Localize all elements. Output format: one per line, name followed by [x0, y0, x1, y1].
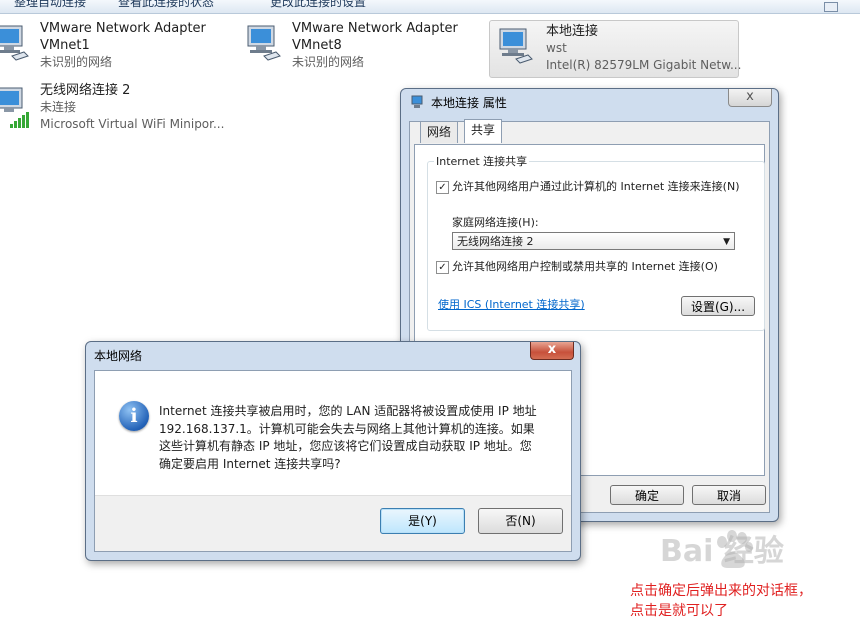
- annotation-note: 点击确定后弹出来的对话框， 点击是就可以了: [630, 581, 812, 621]
- tab-network[interactable]: 网络: [420, 121, 459, 143]
- no-button[interactable]: 否(N): [478, 508, 563, 534]
- home-network-value: 无线网络连接 2: [457, 235, 534, 248]
- paw-logo-icon: [717, 530, 753, 568]
- chevron-down-icon: ▼: [723, 237, 730, 247]
- dialog-title: 本地连接 属性: [431, 96, 507, 110]
- allow-share-label: 允许其他网络用户通过此计算机的 Internet 连接来连接(N): [452, 180, 740, 193]
- adapter-wireless-2[interactable]: 无线网络连接 2 未连接 Microsoft Virtual WiFi Mini…: [0, 80, 232, 138]
- toolbar-change-settings[interactable]: 更改此连接的设置: [270, 0, 366, 10]
- wireless-adapter-icon: [0, 87, 29, 128]
- close-button[interactable]: x: [530, 342, 574, 360]
- ics-confirmation-dialog: 本地网络 x i Internet 连接共享被启用时，您的 LAN 适配器将被设…: [85, 341, 581, 561]
- adapter-device: Microsoft Virtual WiFi Minipor...: [40, 117, 225, 131]
- message-line: 这些计算机有静态 IP 地址，您应该将它们设置成自动获取 IP 地址。您: [159, 439, 532, 453]
- adapter-vmnet8[interactable]: VMware Network Adapter VMnet8 未识别的网络: [244, 18, 474, 76]
- annotation-line: 点击确定后弹出来的对话框，: [630, 583, 812, 599]
- ok-button[interactable]: 确定: [610, 485, 684, 505]
- adapter-name: 无线网络连接 2: [40, 83, 131, 98]
- annotation-line: 点击是就可以了: [630, 603, 728, 619]
- command-toolbar: 整理自动连接 查看此连接的状态 更改此连接的设置: [0, 0, 860, 14]
- adapter-status: 未识别的网络: [292, 55, 365, 69]
- allow-share-option[interactable]: ✓ 允许其他网络用户通过此计算机的 Internet 连接来连接(N): [436, 180, 746, 208]
- message-line: 192.168.137.1。计算机可能会失去与网络上其他计算机的连接。如果: [159, 421, 535, 436]
- adapter-device: VMnet1: [40, 38, 90, 53]
- cancel-button[interactable]: 取消: [692, 485, 766, 505]
- view-options-icon[interactable]: [824, 2, 838, 12]
- home-network-select[interactable]: 无线网络连接 2 ▼: [452, 232, 735, 250]
- message-line: Internet 连接共享被启用时，您的 LAN 适配器将被设置成使用 IP 地…: [159, 404, 537, 418]
- adapter-local-connection[interactable]: 本地连接 wst Intel(R) 82579LM Gigabit Netw..…: [489, 20, 742, 78]
- network-adapter-icon: [0, 25, 29, 61]
- adapter-network: wst: [546, 41, 567, 55]
- settings-button[interactable]: 设置(G)...: [681, 296, 755, 316]
- adapter-status: 未连接: [40, 100, 77, 114]
- toolbar-view-status[interactable]: 查看此连接的状态: [118, 0, 214, 10]
- ics-help-link[interactable]: 使用 ICS (Internet 连接共享): [438, 296, 585, 312]
- network-adapter-icon: [247, 25, 281, 61]
- close-button[interactable]: x: [728, 89, 772, 107]
- adapter-vmnet1[interactable]: VMware Network Adapter VMnet1 未识别的网络: [0, 18, 222, 76]
- network-adapter-icon: [499, 28, 533, 64]
- dialog-message: Internet 连接共享被启用时，您的 LAN 适配器将被设置成使用 IP 地…: [159, 403, 559, 473]
- adapter-device: Intel(R) 82579LM Gigabit Netw...: [546, 58, 742, 72]
- allow-control-checkbox[interactable]: ✓: [436, 261, 449, 274]
- dialog-button-bar: 是(Y) 否(N): [95, 495, 571, 551]
- toolbar-organize-auto-connect[interactable]: 整理自动连接: [14, 0, 86, 10]
- adapter-device: VMnet8: [292, 38, 342, 53]
- group-title: Internet 连接共享: [434, 153, 530, 169]
- adapter-name: VMware Network Adapter: [292, 21, 458, 36]
- allow-share-checkbox[interactable]: ✓: [436, 181, 449, 194]
- info-icon: i: [119, 401, 149, 431]
- dialog-client-area: i Internet 连接共享被启用时，您的 LAN 适配器将被设置成使用 IP…: [94, 370, 572, 552]
- network-adapter-icon: [411, 95, 423, 108]
- adapter-status: 未识别的网络: [40, 55, 113, 69]
- yes-button[interactable]: 是(Y): [380, 508, 465, 534]
- adapter-name: VMware Network Adapter: [40, 21, 206, 36]
- dialog-title: 本地网络: [94, 349, 143, 363]
- allow-control-label: 允许其他网络用户控制或禁用共享的 Internet 连接(O): [452, 260, 718, 273]
- allow-control-option[interactable]: ✓ 允许其他网络用户控制或禁用共享的 Internet 连接(O): [436, 260, 746, 288]
- message-line: 确定要启用 Internet 连接共享吗?: [159, 456, 341, 471]
- tab-sharing[interactable]: 共享: [464, 119, 503, 143]
- internet-sharing-group: Internet 连接共享 ✓ 允许其他网络用户通过此计算机的 Internet…: [427, 153, 765, 331]
- home-network-label: 家庭网络连接(H):: [452, 216, 539, 229]
- adapter-name: 本地连接: [546, 24, 599, 39]
